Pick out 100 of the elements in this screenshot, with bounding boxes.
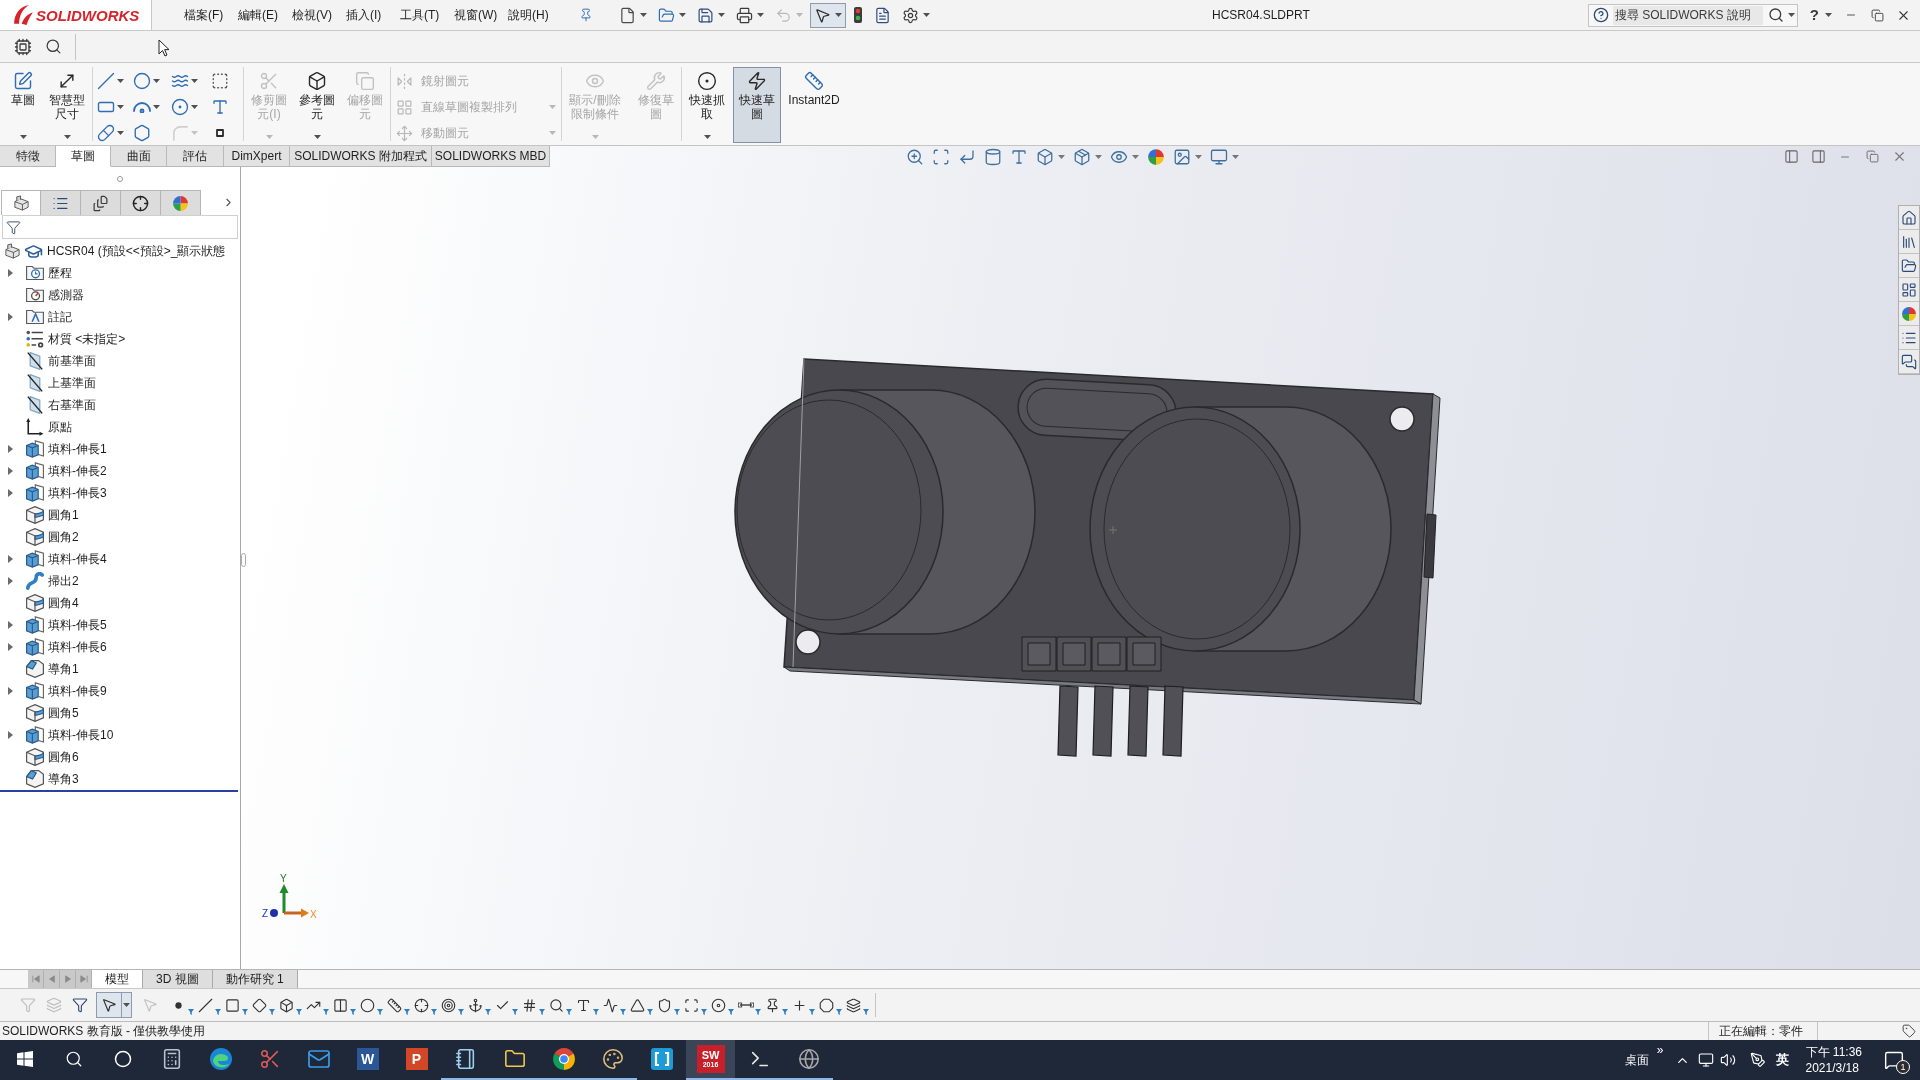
ribbon-button[interactable]: 快速抓取 (685, 67, 729, 143)
menu-item[interactable]: 編輯(E) (234, 3, 288, 27)
taskbar-button[interactable]: W (343, 1040, 392, 1080)
expand-arrow-icon[interactable] (8, 489, 13, 497)
tree-item[interactable]: 右基準面 (48, 396, 96, 414)
expand-arrow-icon[interactable] (8, 445, 13, 453)
desktop-toolbar-label: 桌面 (1624, 1052, 1649, 1069)
tree-item[interactable]: 填料-伸長3 (48, 484, 107, 502)
expand-arrow-icon[interactable] (8, 555, 13, 563)
tree-item[interactable]: 填料-伸長1 (48, 440, 107, 458)
expand-arrow-icon[interactable] (8, 269, 13, 277)
menu-item[interactable]: 工具(T) (396, 3, 450, 27)
view-tool-button[interactable] (1036, 146, 1065, 167)
tree-item[interactable]: 圓角1 (48, 506, 79, 524)
menu-item[interactable]: 說明(H) (504, 3, 558, 27)
tree-item[interactable]: 原點 (48, 418, 72, 436)
restore-button[interactable] (1863, 147, 1881, 166)
mirror-icon (396, 72, 413, 90)
view-tool-button[interactable] (1073, 146, 1102, 167)
filter-field[interactable] (2, 215, 238, 239)
funnel-icon (727, 1009, 734, 1015)
tree-item[interactable]: 圓角5 (48, 704, 79, 722)
triangle-right-icon (63, 975, 72, 983)
expand-arrow-icon[interactable] (8, 467, 13, 475)
grid-icon (396, 98, 413, 116)
target-circle-icon (697, 71, 717, 91)
ribbon-button[interactable]: 智慧型尺寸 (45, 67, 89, 143)
view-tool-button[interactable] (984, 146, 1002, 167)
ribbon-tab[interactable]: 曲面 (111, 146, 167, 167)
funnel-icon (349, 1009, 356, 1015)
tree-item[interactable]: 填料-伸長2 (48, 462, 107, 480)
expand-arrow-icon[interactable] (8, 621, 13, 629)
ruler-icon (804, 71, 824, 91)
ribbon-button[interactable]: 草圖 (7, 67, 39, 143)
globe-icon (797, 1048, 820, 1070)
help-icon (1592, 7, 1609, 23)
tree-item[interactable]: 圓角2 (48, 528, 79, 546)
tree-item[interactable]: 填料-伸長10 (48, 726, 114, 744)
input-method-button[interactable]: 英 (1773, 1045, 1792, 1075)
notification-button[interactable]: 1 (1880, 1045, 1908, 1075)
tree-item[interactable]: 導角1 (48, 660, 79, 678)
panel-tab[interactable] (41, 190, 81, 215)
panel-right-button[interactable] (1809, 147, 1827, 166)
letter-tile: P (405, 1048, 428, 1070)
caret-icon (679, 13, 686, 17)
tree-item[interactable]: 材質 <未指定> (48, 330, 126, 348)
slash-icon (198, 997, 213, 1013)
expand-arrow-icon[interactable] (8, 313, 13, 321)
tree-item[interactable]: 填料-伸長5 (48, 616, 107, 634)
traffic-light-icon (853, 6, 863, 24)
tree-item[interactable]: 導角3 (48, 770, 79, 788)
tree-item[interactable]: 註記 (48, 308, 72, 326)
help-button[interactable]: ? (1809, 3, 1832, 27)
tree-item[interactable]: 感測器 (48, 286, 84, 304)
ribbon-tab[interactable]: SOLIDWORKS 附加程式 (290, 146, 432, 167)
model-tab[interactable]: 3D 視圖 (143, 970, 213, 988)
tree-item[interactable]: 圓角4 (48, 594, 79, 612)
menu-item[interactable]: 插入(I) (342, 3, 396, 27)
expand-arrow-icon[interactable] (8, 643, 13, 651)
menu-item[interactable]: 視窗(W) (450, 3, 504, 27)
menu-item[interactable]: 檔案(F) (180, 3, 234, 27)
ribbon-tab[interactable]: 評估 (167, 146, 224, 167)
funnel-icon (835, 1009, 842, 1015)
drag-handle-icon[interactable] (117, 175, 123, 182)
ribbon-button[interactable]: Instant2D (785, 67, 843, 143)
clock-button[interactable]: 下午 11:36 2021/3/18 (1801, 1041, 1866, 1079)
model-tab[interactable]: 模型 (92, 970, 143, 988)
tree-item[interactable]: 圓角6 (48, 748, 79, 766)
cube-icon (26, 682, 44, 700)
splitter-handle-icon[interactable] (241, 553, 246, 567)
tree-item[interactable]: 填料-伸長4 (48, 550, 107, 568)
tag-icon (1902, 1024, 1916, 1038)
undo-icon (775, 6, 792, 24)
view-tool-button[interactable] (1147, 146, 1165, 167)
tree-item[interactable]: 掃出2 (48, 572, 79, 590)
panel-tab[interactable] (81, 190, 121, 215)
tree-item[interactable]: 上基準面 (48, 374, 96, 392)
select-button[interactable] (810, 2, 846, 28)
panel-left-button[interactable] (1782, 147, 1800, 166)
tree-item[interactable]: 填料-伸長6 (48, 638, 107, 656)
ribbon-tab[interactable]: DimXpert (224, 146, 290, 167)
tree-item[interactable]: 填料-伸長9 (48, 682, 107, 700)
expand-arrow-icon[interactable] (8, 577, 13, 585)
tree-root-label[interactable]: HCSR04 (預設<<預設>_顯示狀態 (47, 242, 226, 260)
ribbon-button[interactable]: 快速草圖 (733, 67, 781, 143)
tree-item[interactable]: 歷程 (48, 264, 72, 282)
ribbon-tab[interactable]: 特徵 (0, 146, 56, 167)
expand-arrow-icon[interactable] (8, 687, 13, 695)
tree-item[interactable]: 前基準面 (48, 352, 96, 370)
menu-item[interactable]: 檢視(V) (288, 3, 342, 27)
ring-icon (113, 1050, 132, 1068)
ribbon-button[interactable]: 參考圖元 (295, 67, 339, 143)
taskbar-button[interactable]: P (392, 1040, 441, 1080)
ribbon-tab[interactable]: SOLIDWORKS MBD (432, 146, 550, 167)
toolbar-overflow-button[interactable]: » (1656, 1044, 1664, 1056)
model-tab[interactable]: 動作研究 1 (212, 970, 298, 988)
select-button[interactable] (96, 992, 132, 1018)
expand-arrow-icon[interactable] (8, 731, 13, 739)
panel-tab[interactable] (121, 190, 161, 215)
search-field[interactable]: 搜尋 SOLIDWORKS 說明 (1587, 3, 1798, 27)
